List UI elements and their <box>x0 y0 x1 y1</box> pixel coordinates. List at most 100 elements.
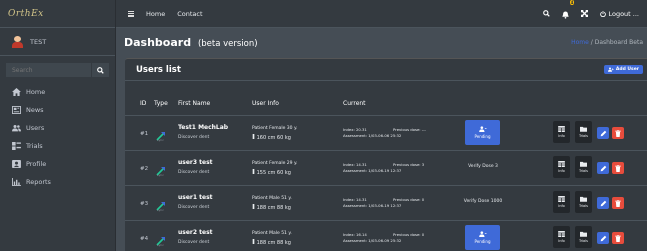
sidebar-item-users[interactable]: Users <box>0 119 115 137</box>
sidebar-item-news[interactable]: News <box>0 101 115 119</box>
logout-button[interactable]: Logout ... <box>600 10 639 18</box>
sidebar-item-trials[interactable]: Trials <box>0 137 115 155</box>
pencil-icon <box>600 130 606 136</box>
info-label: Info <box>558 169 565 173</box>
current-index: Index: 14.31 <box>343 197 367 202</box>
edit-button[interactable] <box>597 162 609 174</box>
edit-button[interactable] <box>597 197 609 209</box>
search-icon[interactable] <box>543 10 551 17</box>
news-icon <box>12 106 21 114</box>
height-icon <box>252 134 255 139</box>
first-name[interactable]: user3 test <box>178 159 213 166</box>
previous-dose: Previous dose: 0 <box>393 197 425 202</box>
pending-button[interactable]: Pending <box>465 225 500 250</box>
table-row: #2 sync user3 test Discover dent Patient Fem… <box>125 150 647 185</box>
pending-button[interactable]: Pending <box>465 120 500 145</box>
trials-button[interactable]: Trials <box>575 226 592 248</box>
trials-button[interactable]: Trials <box>575 121 592 143</box>
search-button[interactable] <box>91 63 109 77</box>
type-label: sync <box>157 208 164 212</box>
table-row: #3 sync user1 test Discover dent Patient Mal… <box>125 185 647 220</box>
info-button[interactable]: Info <box>553 156 570 178</box>
expand-icon[interactable] <box>581 10 589 17</box>
sidebar-item-label: News <box>26 106 44 114</box>
folder-icon <box>580 231 587 237</box>
col-type: Type <box>154 100 168 107</box>
info-button[interactable]: Info <box>553 121 570 143</box>
breadcrumb-home[interactable]: Home <box>571 39 589 46</box>
pencil-icon <box>600 165 606 171</box>
delete-button[interactable] <box>612 232 624 244</box>
page-title: Dashboard (beta version) <box>124 36 258 49</box>
delete-button[interactable] <box>612 197 624 209</box>
table-icon <box>558 231 565 237</box>
profile-icon <box>12 160 21 168</box>
type-label: sync <box>157 173 164 177</box>
first-name[interactable]: user2 test <box>178 229 213 236</box>
notification-badge: 4 <box>569 0 575 5</box>
current-assessment: Assessment: 1/03-06-19 12:37 <box>343 203 402 208</box>
nav-link-contact[interactable]: Contact <box>177 10 202 18</box>
info-label: Info <box>558 239 565 243</box>
height-icon <box>252 239 255 244</box>
current-index: Index: 20.31 <box>343 127 367 132</box>
page-subtitle: (beta version) <box>197 38 258 49</box>
add-user-icon <box>607 67 614 72</box>
info-button[interactable]: Info <box>553 191 570 213</box>
delete-button[interactable] <box>612 162 624 174</box>
table-header: ID Type First Name User Info Current <box>125 100 647 112</box>
user-panel[interactable]: TEST <box>0 28 115 56</box>
add-user-button[interactable]: Add User <box>603 65 643 74</box>
col-current: Current <box>343 100 366 107</box>
height-icon <box>252 169 255 174</box>
table-icon <box>558 161 565 167</box>
patient-info: Patient Female 29 y. <box>252 161 298 166</box>
trials-label: Trials <box>579 169 588 173</box>
add-user-label: Add User <box>615 67 639 72</box>
col-id: ID <box>140 100 147 107</box>
type-cell <box>156 231 166 246</box>
sidebar-item-profile[interactable]: Profile <box>0 155 115 173</box>
row-id: #3 <box>140 201 149 207</box>
page-title-text: Dashboard <box>124 35 192 49</box>
delete-button[interactable] <box>612 127 624 139</box>
menu-toggle-icon[interactable] <box>128 10 134 17</box>
trials-button[interactable]: Trials <box>575 191 592 213</box>
status-label: Pending <box>474 239 491 244</box>
sidebar-item-label: Home <box>26 88 46 96</box>
app-root: OrthEx TEST Home News Users <box>0 0 647 251</box>
card-title: Users list <box>136 64 181 75</box>
current-assessment: Assessment: 1/03-06-19 12:37 <box>343 168 402 173</box>
brand-link[interactable]: OrthEx <box>0 0 115 28</box>
body-info: 160 cm 60 kg <box>252 134 291 141</box>
sidebar-search <box>6 63 109 77</box>
folder-icon <box>580 126 587 132</box>
body-info: 188 cm 88 kg <box>252 204 291 211</box>
notifications-button[interactable]: 4 <box>562 0 575 23</box>
body-info: 155 cm 60 kg <box>252 169 291 176</box>
edit-button[interactable] <box>597 232 609 244</box>
content-header: Dashboard (beta version) Home / Dashboar… <box>116 28 647 56</box>
search-input[interactable] <box>6 63 91 77</box>
user-name[interactable]: TEST <box>30 38 46 46</box>
last-name: Discover dent <box>178 240 210 245</box>
bell-icon <box>562 11 570 19</box>
edit-button[interactable] <box>597 127 609 139</box>
sidebar-item-label: Users <box>26 124 45 132</box>
first-name[interactable]: Test1 MechLab <box>178 124 228 131</box>
trials-label: Trials <box>579 134 588 138</box>
status-text: Verify Dose 3 <box>468 164 498 169</box>
sidebar-item-label: Trials <box>26 142 43 150</box>
sidebar-item-home[interactable]: Home <box>0 83 115 101</box>
chart-icon <box>12 178 21 186</box>
pencil-icon <box>600 235 606 241</box>
trials-button[interactable]: Trials <box>575 156 592 178</box>
info-button[interactable]: Info <box>553 226 570 248</box>
table-icon <box>558 126 565 132</box>
nav-link-home[interactable]: Home <box>146 10 165 18</box>
sidebar-item-reports[interactable]: Reports <box>0 173 115 191</box>
first-name[interactable]: user1 test <box>178 194 213 201</box>
row-id: #1 <box>140 131 149 137</box>
info-label: Info <box>558 134 565 138</box>
sidebar-item-label: Profile <box>26 160 47 168</box>
